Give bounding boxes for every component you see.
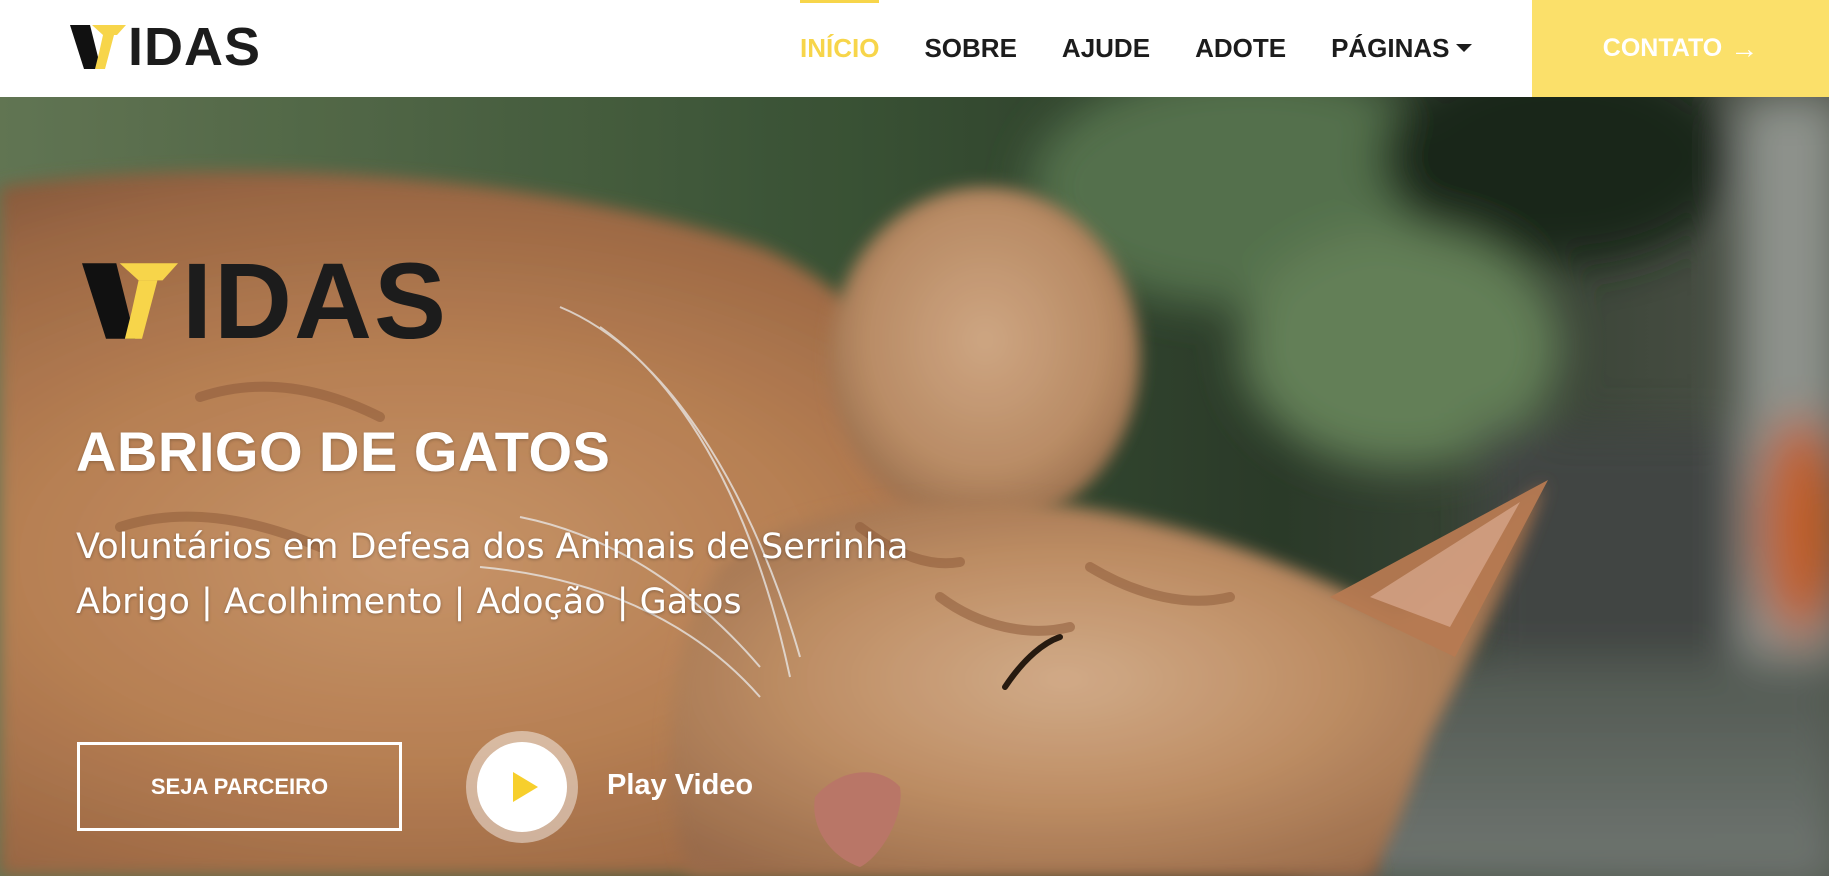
logo-v-mark-icon (82, 263, 178, 339)
contact-button-label: CONTATO (1602, 34, 1723, 62)
hero-logo: IDAS (82, 240, 449, 361)
arrow-right-icon: → (1730, 32, 1759, 64)
partner-button-label: SEJA PARCEIRO (150, 773, 329, 799)
hero-section: IDAS ABRIGO DE GATOS Voluntários em Defe… (0, 97, 1829, 876)
hero-subtitle-line-1: Voluntários em Defesa dos Animais de Ser… (76, 527, 909, 567)
nav-item-label: SOBRE (924, 33, 1017, 63)
play-button-inner (477, 742, 567, 832)
main-nav: INÍCIO SOBRE AJUDE ADOTE PÁGINAS (800, 0, 1517, 97)
caret-down-icon (1455, 43, 1472, 52)
nav-item-paginas[interactable]: PÁGINAS (1331, 0, 1472, 97)
hero-content: IDAS ABRIGO DE GATOS Voluntários em Defe… (0, 97, 1829, 876)
play-icon (512, 772, 538, 802)
hero-title: ABRIGO DE GATOS (76, 420, 611, 483)
nav-item-sobre[interactable]: SOBRE (924, 0, 1016, 97)
contact-button[interactable]: CONTATO → (1532, 0, 1829, 97)
partner-button[interactable]: SEJA PARCEIRO (77, 742, 402, 831)
logo-v-mark-icon (70, 25, 126, 69)
nav-item-adote[interactable]: ADOTE (1195, 0, 1286, 97)
nav-item-label: PÁGINAS (1331, 33, 1450, 63)
nav-item-label: AJUDE (1061, 33, 1151, 63)
play-video-button[interactable] (466, 731, 578, 843)
hero-subtitle-line-2: Abrigo | Acolhimento | Adoção | Gatos (76, 582, 742, 622)
nav-item-inicio[interactable]: INÍCIO (800, 0, 880, 97)
logo-text: IDAS (128, 17, 262, 77)
nav-item-label: ADOTE (1195, 33, 1287, 63)
site-header: IDAS INÍCIO SOBRE AJUDE ADOTE PÁGINAS CO… (0, 0, 1829, 97)
site-logo[interactable]: IDAS (70, 17, 262, 77)
nav-item-ajude[interactable]: AJUDE (1062, 0, 1150, 97)
play-video-label[interactable]: Play Video (607, 769, 753, 802)
hero-logo-text: IDAS (182, 240, 449, 361)
nav-item-label: INÍCIO (800, 33, 880, 63)
